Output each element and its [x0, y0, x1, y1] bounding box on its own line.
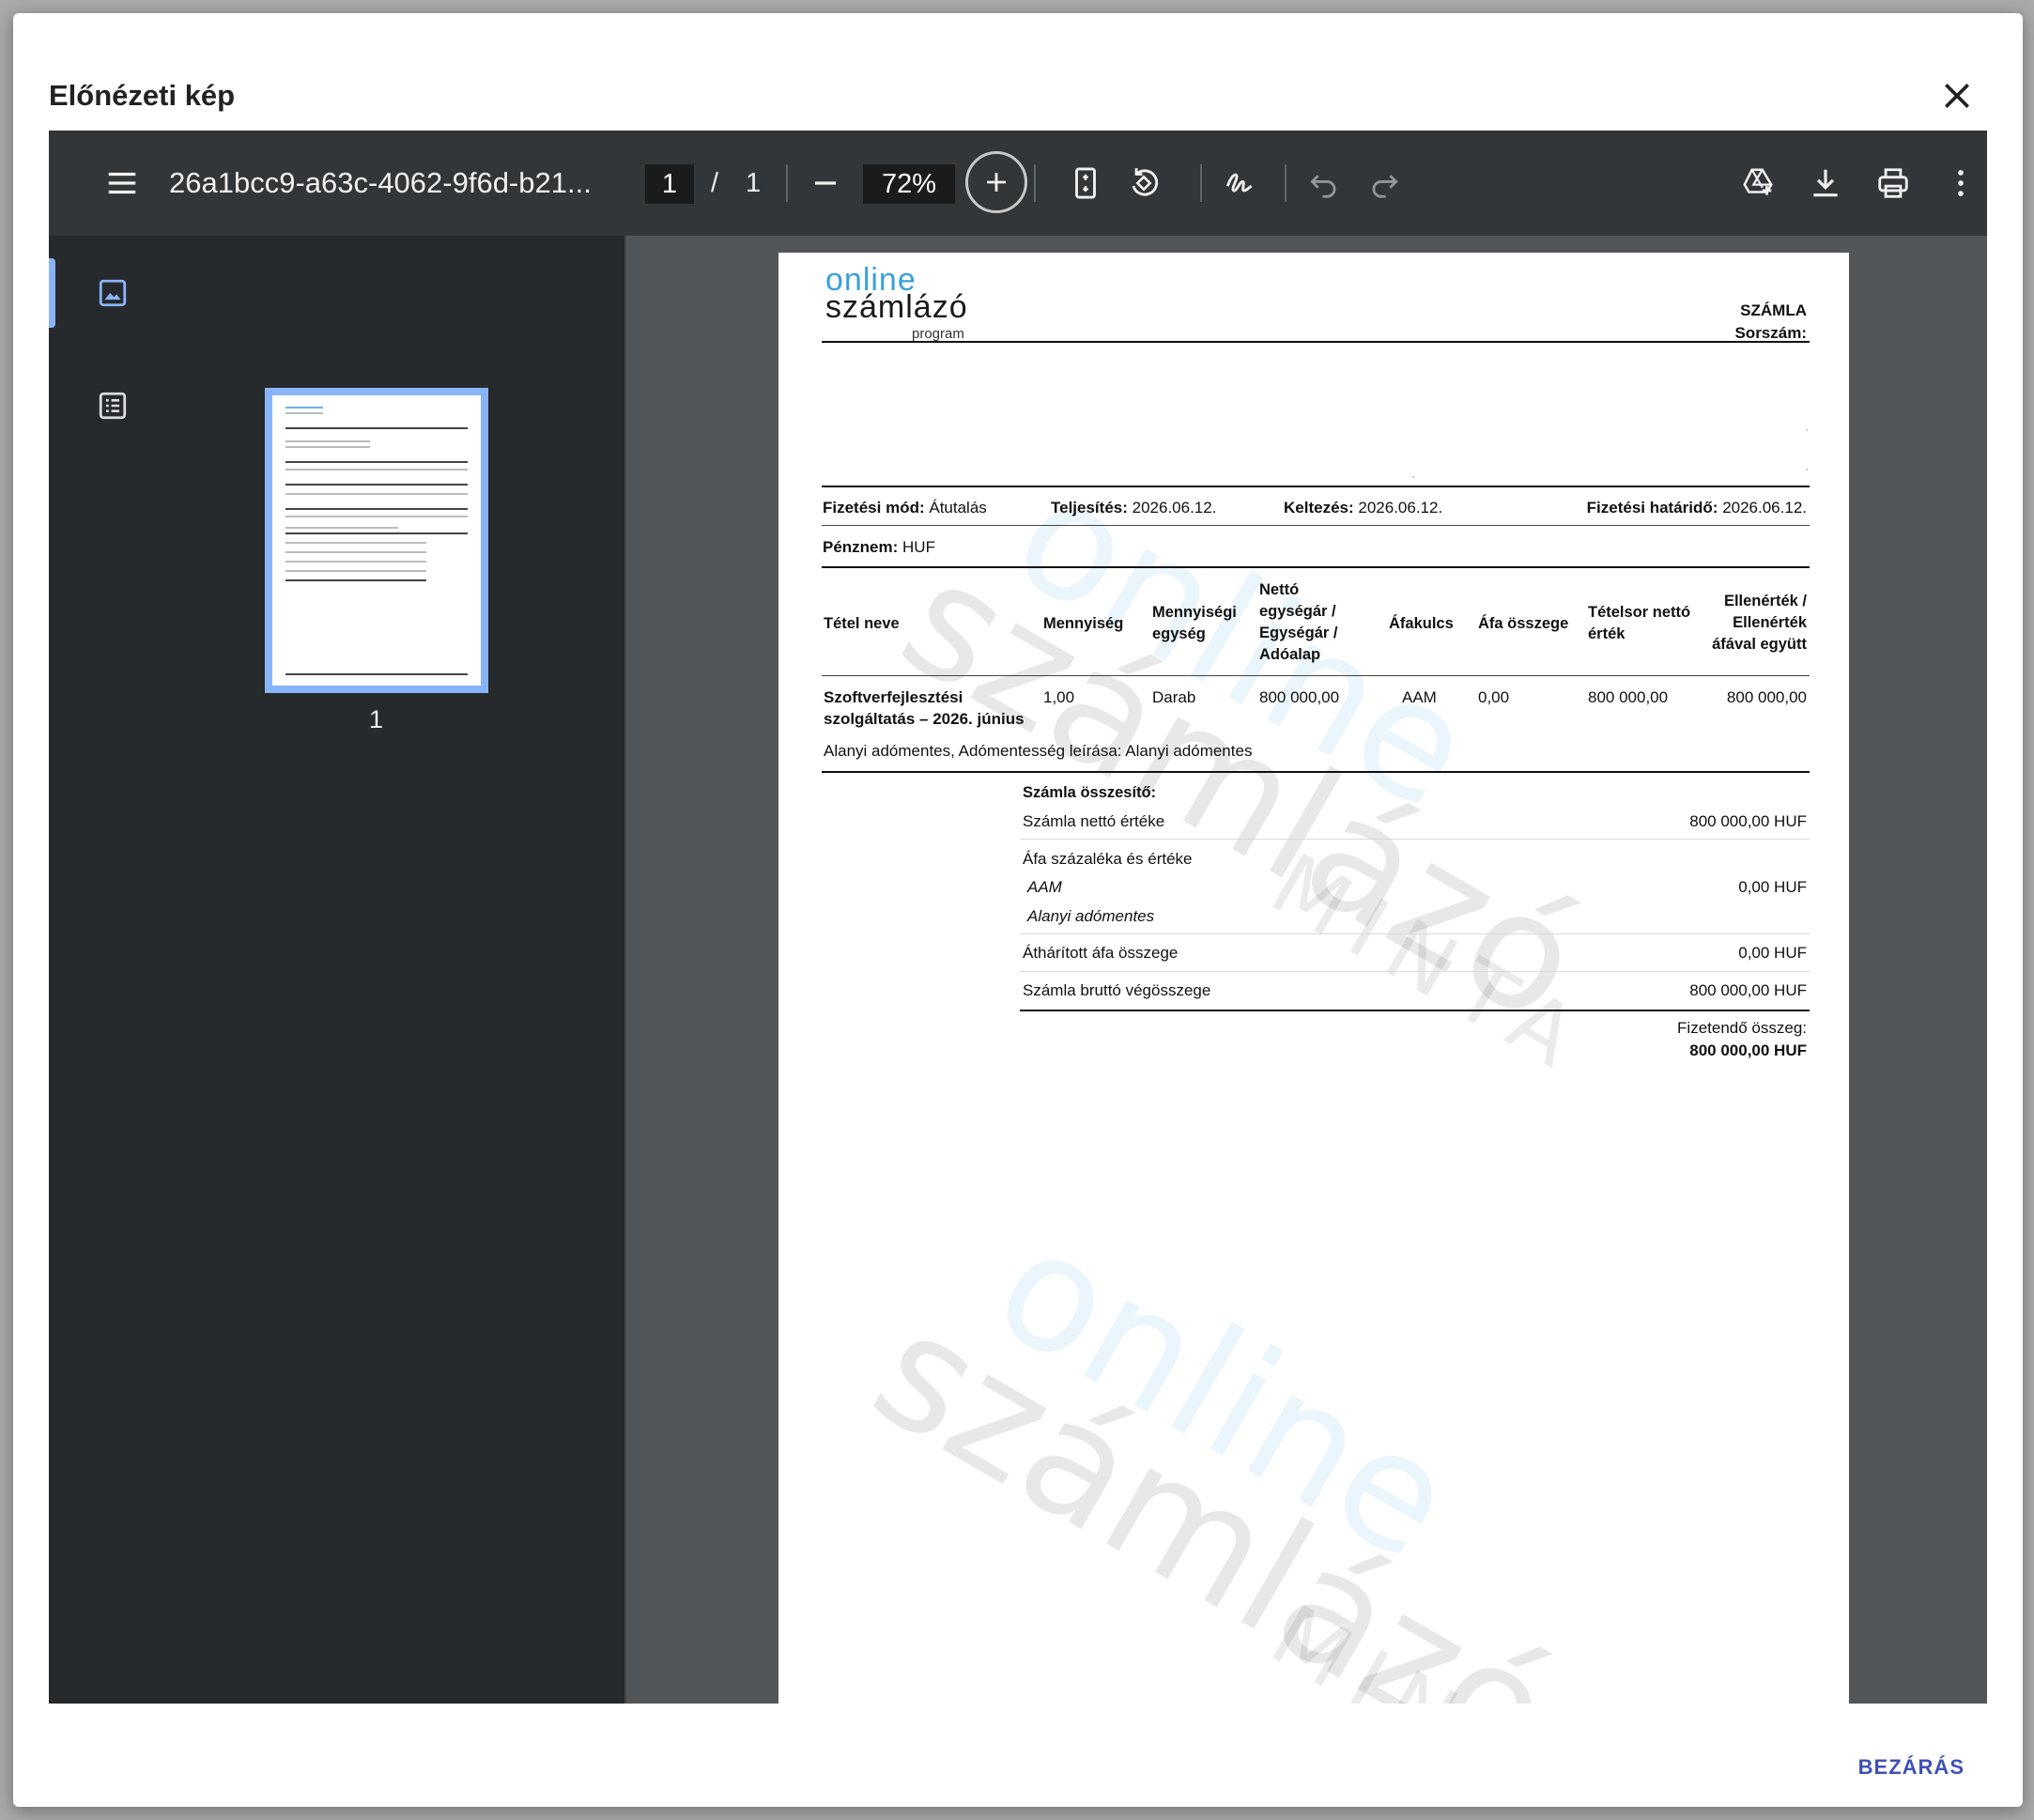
toolbar-divider [1034, 164, 1036, 202]
summary-vat-code-value: 0,00 HUF [1738, 878, 1807, 896]
item-vat-amount: 0,00 [1478, 688, 1510, 706]
zoom-input[interactable]: 72% [863, 164, 955, 204]
fulfillment-date: Teljesítés: 2026.06.12. [1051, 499, 1217, 517]
redo-icon[interactable] [1360, 159, 1409, 208]
col-unit-price: Nettó egységár / Egységár / Adóalap [1259, 581, 1338, 663]
summary-net-label: Számla nettó értéke [1023, 812, 1165, 830]
more-vert-icon[interactable] [1936, 159, 1985, 208]
toolbar-divider [786, 164, 788, 202]
divider [822, 486, 1810, 487]
summary-passed-vat-label: Áthárított áfa összege [1023, 944, 1179, 962]
rotate-icon[interactable] [1119, 159, 1168, 208]
active-tab-indicator [49, 258, 55, 328]
payment-method: Fizetési mód: Átutalás [823, 499, 987, 517]
col-vat-rate: Áfakulcs [1389, 615, 1454, 632]
thumbnail-page-number: 1 [369, 705, 384, 733]
toolbar-divider [1285, 164, 1287, 202]
file-name: 26a1bcc9-a63c-4062-9f6d-b21... [169, 166, 592, 199]
col-unit: Mennyiségi egység [1152, 604, 1237, 642]
summary-vat-desc: Alanyi adómentes [1027, 907, 1155, 925]
item-gross-total: 800 000,00 [1726, 688, 1807, 706]
page-number-input[interactable]: 1 [645, 164, 694, 204]
thumbnails-icon[interactable] [88, 269, 137, 317]
summary-title: Számla összesítő: [1023, 784, 1157, 801]
watermark-minta: MINTA [1255, 835, 1607, 1095]
logo: online számlázó program [825, 262, 968, 342]
due-date: Fizetési határidő: 2026.06.12. [1586, 499, 1807, 517]
page-thumbnail[interactable] [265, 388, 488, 693]
document-title: SZÁMLA Sorszám: [1734, 301, 1807, 342]
watermark-minta: MINTA [1256, 1586, 1607, 1704]
close-icon[interactable] [1938, 77, 1976, 115]
divider [1020, 1010, 1810, 1011]
dialog-title: Előnézeti kép [49, 79, 236, 112]
divider [822, 675, 1810, 676]
annotate-icon[interactable] [1215, 159, 1264, 208]
divider [822, 771, 1810, 773]
payable-label: Fizetendő összeg: [1677, 1019, 1807, 1037]
issue-date: Keltezés: 2026.06.12. [1284, 499, 1443, 517]
pdf-page: online számlázó MINTA online számlázó MI… [778, 253, 1849, 1704]
summary-gross-label: Számla bruttó végösszege [1023, 981, 1211, 999]
summary-passed-vat-value: 0,00 HUF [1738, 944, 1807, 962]
summary-vat-code: AAM [1027, 878, 1062, 896]
pdf-toolbar: 26a1bcc9-a63c-4062-9f6d-b21... 1 / 1 72% [49, 131, 1987, 236]
page-separator: / [711, 168, 719, 198]
add-to-drive-icon[interactable] [1734, 159, 1782, 208]
close-button[interactable]: BEZÁRÁS [1858, 1755, 1965, 1780]
summary-vat-label: Áfa százaléka és értéke [1023, 850, 1193, 868]
divider [822, 341, 1810, 343]
item-unit-price: 800 000,00 [1259, 688, 1340, 706]
toolbar-divider [1200, 164, 1202, 202]
col-vat-amount: Áfa összege [1478, 615, 1569, 632]
zoom-in-icon[interactable] [965, 151, 1027, 213]
thumbnail-sidebar: 1 [49, 236, 626, 1704]
outline-icon[interactable] [88, 381, 137, 430]
undo-icon[interactable] [1300, 159, 1348, 208]
col-gross-total: Ellenérték / Ellenérték áfával együtt [1712, 593, 1807, 653]
fit-page-icon[interactable] [1061, 159, 1110, 208]
item-vat-rate: AAM [1402, 688, 1437, 706]
watermark-online: online [967, 1192, 1483, 1596]
col-quantity: Mennyiség [1043, 615, 1124, 632]
menu-icon[interactable] [98, 159, 146, 208]
preview-dialog: Előnézeti kép 26a1bcc9-a63c-4062-9f6d-b2… [13, 13, 2023, 1807]
zoom-out-icon[interactable] [801, 159, 850, 208]
payable-value: 800 000,00 HUF [1689, 1041, 1807, 1059]
download-icon[interactable] [1801, 159, 1850, 208]
item-unit: Darab [1152, 688, 1196, 706]
watermark-szamlazo: számlázó [845, 1276, 1583, 1704]
page-total: 1 [746, 168, 762, 198]
print-icon[interactable] [1869, 159, 1918, 208]
col-net-total: Tételsor nettó érték [1588, 604, 1691, 642]
pdf-viewer: 26a1bcc9-a63c-4062-9f6d-b21... 1 / 1 72% [49, 131, 1987, 1704]
item-name: Szoftverfejlesztési szolgáltatás – 2026.… [824, 688, 1025, 728]
item-quantity: 1,00 [1043, 688, 1075, 706]
summary-net-value: 800 000,00 HUF [1689, 812, 1807, 830]
item-net-total: 800 000,00 [1588, 688, 1669, 706]
col-item-name: Tétel neve [824, 615, 900, 632]
currency: Pénznem: HUF [823, 538, 935, 556]
exemption-note: Alanyi adómentes, Adómentesség leírása: … [824, 742, 1253, 760]
summary-gross-value: 800 000,00 HUF [1689, 981, 1807, 999]
divider [822, 525, 1810, 526]
divider [822, 566, 1810, 568]
